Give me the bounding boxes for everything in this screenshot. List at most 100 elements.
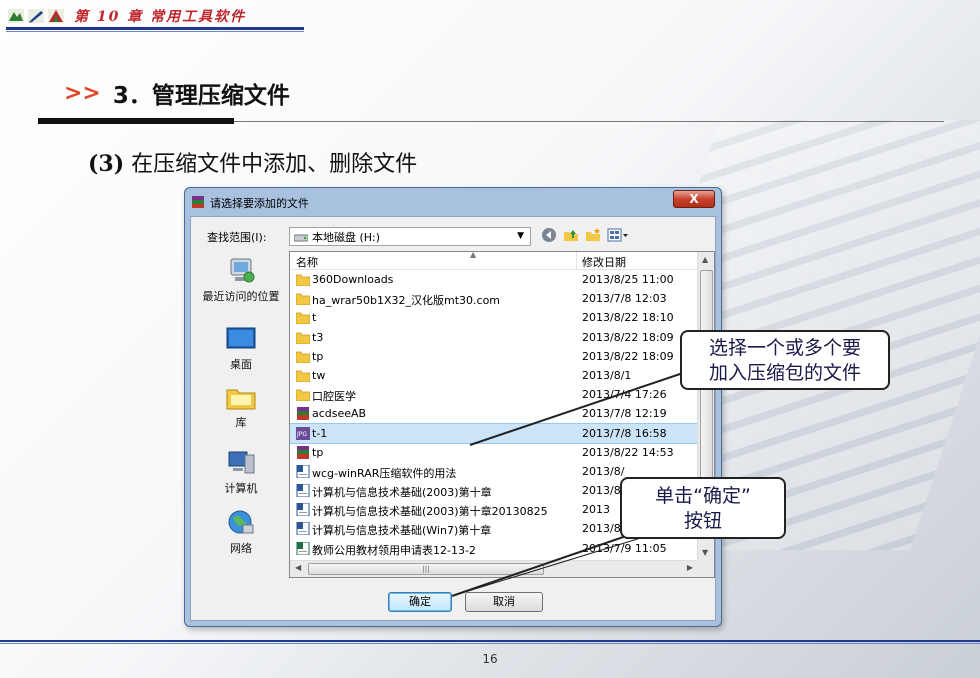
new-folder-icon[interactable] (585, 227, 601, 243)
view-menu-icon[interactable] (607, 227, 629, 243)
file-name: 计算机与信息技术基础(2003)第十章20130825 (312, 505, 548, 519)
file-row[interactable]: 口腔医学 2013/7/4 17:26 (290, 385, 698, 404)
libraries-icon (225, 383, 257, 411)
subtitle-text: 在压缩文件中添加、删除文件 (131, 152, 418, 177)
word-document-icon (296, 464, 310, 479)
file-row[interactable]: ha_wrar50b1X32_汉化版mt30.com 2013/7/8 12:03 (290, 289, 698, 308)
file-date: 2013/8/25 11:00 (582, 273, 674, 286)
file-row[interactable]: JPG t-1 2013/7/8 16:58 (290, 422, 699, 444)
scroll-right-icon[interactable]: ▶ (687, 563, 693, 572)
scroll-up-icon[interactable]: ▲ (702, 255, 708, 264)
scroll-left-icon[interactable]: ◀ (295, 563, 301, 572)
place-label: 库 (235, 416, 247, 429)
place-label: 最近访问的位置 (202, 290, 280, 303)
hscroll-thumb[interactable]: ||| (308, 563, 544, 575)
computer-icon (225, 449, 257, 477)
column-name[interactable]: 名称 (296, 254, 318, 270)
file-row[interactable]: tp 2013/8/22 18:09 (290, 347, 698, 366)
file-row[interactable]: tp 2013/8/22 14:53 (290, 443, 698, 462)
file-row[interactable]: tw 2013/8/1 (290, 366, 698, 385)
place-libraries[interactable]: 库 (195, 383, 287, 430)
recent-places-icon (225, 257, 257, 285)
file-name: 口腔医学 (312, 390, 356, 404)
sort-up-icon: ▲ (470, 251, 477, 259)
scroll-corner (697, 560, 714, 577)
file-date: 2013/8/22 18:09 (582, 349, 674, 363)
file-name: 计算机与信息技术基础(2003)第十章 (312, 486, 492, 500)
file-row[interactable]: 360Downloads 2013/8/25 11:00 (290, 270, 698, 289)
file-row[interactable]: t3 2013/8/22 18:09 (290, 328, 698, 347)
file-date: 2013 (582, 503, 610, 517)
place-label: 计算机 (224, 482, 258, 495)
place-label: 网络 (230, 542, 252, 555)
callout-text: 加入压缩包的文件 (708, 362, 861, 384)
header-rule (6, 27, 304, 30)
lookin-label: 查找范围(I): (207, 231, 267, 244)
file-name: tp (312, 445, 324, 459)
excel-document-icon (296, 541, 310, 556)
lookin-combo[interactable]: 本地磁盘 (H:) ▼ (289, 227, 531, 246)
horizontal-scrollbar[interactable]: ◀ ||| ▶ (290, 560, 698, 577)
place-network[interactable]: 网络 (195, 509, 287, 556)
file-name: acdseeAB (312, 407, 367, 421)
file-row[interactable]: acdseeAB 2013/7/8 12:19 (290, 404, 698, 423)
file-date: 2013/7/9 11:05 (582, 541, 667, 555)
file-name: tw (312, 368, 326, 382)
file-name: 计算机与信息技术基础(Win7)第十章 (312, 524, 492, 538)
header-rule-thin (6, 31, 304, 32)
file-name: 360Downloads (312, 273, 394, 286)
header-bar: 第 10 章 常用工具软件 (8, 4, 246, 28)
place-desktop[interactable]: 桌面 (195, 325, 287, 372)
column-date[interactable]: 修改日期 (582, 254, 626, 270)
file-date: 2013/8/22 18:09 (582, 330, 674, 344)
file-date: 2013/8/1 (582, 368, 632, 382)
up-folder-icon[interactable] (563, 227, 579, 243)
winrar-archive-icon (296, 407, 310, 421)
file-name: ha_wrar50b1X32_汉化版mt30.com (312, 294, 501, 308)
file-select-dialog: 请选择要添加的文件 X 查找范围(I): 本地磁盘 (H:) ▼ 最近访问的位置… (184, 187, 722, 627)
folder-icon (295, 388, 311, 402)
folder-icon (295, 331, 311, 344)
column-divider[interactable] (576, 252, 577, 270)
scroll-down-icon[interactable]: ▼ (702, 548, 708, 557)
cancel-button[interactable]: 取消 (465, 592, 543, 612)
subtitle-number: (3) (88, 151, 125, 177)
folder-icon (295, 369, 311, 383)
file-name: tp (312, 349, 324, 363)
section-title-text: 3．管理压缩文件 (112, 83, 290, 109)
file-row[interactable]: 教师公用教材领用申请表12-13-2 2013/7/9 11:05 (290, 539, 698, 558)
file-name: 教师公用教材领用申请表12-13-2 (312, 543, 476, 557)
file-name: t-1 (312, 426, 328, 440)
winrar-icon (191, 195, 205, 212)
file-date: 2013/7/8 16:58 (582, 426, 667, 440)
back-icon[interactable] (541, 227, 557, 243)
folder-icon (295, 311, 311, 325)
subtitle: (3) 在压缩文件中添加、删除文件 (88, 146, 417, 178)
place-recent[interactable]: 最近访问的位置 (195, 257, 287, 304)
title-rule-thin (234, 121, 944, 122)
ok-button[interactable]: 确定 (388, 592, 452, 612)
page-number: 16 (482, 652, 498, 666)
file-date: 2013/8/22 14:53 (582, 445, 674, 459)
dialog-client: 查找范围(I): 本地磁盘 (H:) ▼ 最近访问的位置 桌面 库 计算机 网络… (190, 216, 716, 621)
close-button[interactable]: X (673, 190, 715, 208)
callout-text: 选择一个或多个要 (708, 337, 861, 359)
network-icon (225, 509, 257, 537)
file-date: 2013/8/ (582, 464, 625, 478)
section-title: >> 3．管理压缩文件 (64, 76, 290, 110)
callout-click-ok: 单击“确定” 按钮 (620, 477, 786, 539)
file-date: 2013/8/22 18:10 (582, 311, 674, 325)
column-header: 名称 ▲ 修改日期 (290, 252, 698, 270)
footer-rule (0, 640, 980, 642)
tool-logo-icon (48, 9, 64, 23)
file-date: 2013/7/8 12:03 (582, 292, 667, 306)
file-row[interactable]: t 2013/8/22 18:10 (290, 308, 698, 327)
dialog-title: 请选择要添加的文件 (210, 197, 309, 210)
file-name: t3 (312, 330, 324, 344)
callout-select-files: 选择一个或多个要 加入压缩包的文件 (680, 330, 890, 390)
dialog-titlebar[interactable]: 请选择要添加的文件 (191, 193, 309, 213)
word-document-icon (296, 502, 310, 517)
place-computer[interactable]: 计算机 (195, 449, 287, 496)
folder-icon (295, 292, 311, 306)
file-date: 2013/7/8 12:19 (582, 407, 667, 421)
